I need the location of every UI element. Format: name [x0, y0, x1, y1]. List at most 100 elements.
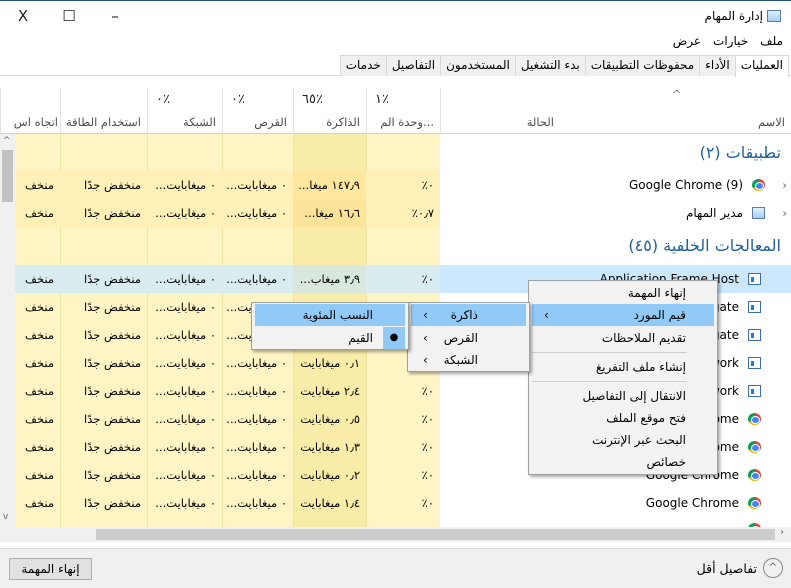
- app-window-icon: [748, 385, 761, 397]
- process-row-partial[interactable]: [15, 517, 791, 527]
- cell-memory: ١٫٤ ميغابايت: [300, 496, 360, 510]
- chevron-up-icon: ^: [763, 558, 783, 578]
- chevron-right-icon: ›: [423, 331, 428, 345]
- tab-1[interactable]: الأداء: [699, 55, 736, 76]
- scroll-thumb[interactable]: [2, 150, 13, 202]
- submenu-item-values[interactable]: ● القيم: [255, 327, 405, 349]
- column-disk[interactable]: ٠٪ القرص: [222, 88, 293, 134]
- column-power[interactable]: استخدام الطاقة: [60, 88, 147, 134]
- cell-network: ٠ ميغابايت...: [155, 356, 216, 370]
- process-row[interactable]: › Google Chrome (9) ٠٪ ١٤٧٫٩ ميغا... ٠ ميغاب…: [15, 171, 791, 199]
- cell-power: منخفض جدًا: [60, 199, 147, 227]
- cell-memory: ٠٫٢ ميغابايت: [300, 468, 360, 482]
- chevron-expand-icon[interactable]: ›: [782, 171, 787, 199]
- column-cpu[interactable]: ١٪ وحدة الم...: [366, 88, 440, 134]
- process-name: Google Chrome: [645, 496, 739, 510]
- tab-0[interactable]: العمليات: [734, 55, 789, 77]
- column-cpu-label: وحدة الم...: [380, 115, 434, 129]
- scroll-right-icon[interactable]: ›: [780, 527, 784, 538]
- menu-item-properties[interactable]: خصائص: [532, 451, 714, 473]
- cell-disk: ٠ ميغابايت...: [222, 265, 293, 293]
- chrome-icon: [748, 441, 761, 453]
- cell-trend: منخف: [15, 199, 60, 227]
- scroll-up-icon[interactable]: ^: [3, 136, 11, 146]
- column-memory[interactable]: ٦٥٪ الذاكرة: [293, 88, 366, 134]
- submenu-item-memory[interactable]: ذاكرة ›: [411, 304, 526, 326]
- context-menu: إنهاء المهمة قيم المورد › تقديم الملاحظات…: [528, 280, 718, 475]
- submenu-item-disk[interactable]: القرص ›: [411, 327, 526, 349]
- cell-cpu: ٠٫٧٪: [366, 199, 440, 227]
- end-task-button[interactable]: إنهاء المهمة: [9, 558, 92, 580]
- menu-item-create-dump[interactable]: إنشاء ملف التفريغ: [532, 356, 714, 378]
- minimize-button[interactable]: –: [100, 7, 130, 27]
- column-disk-label: القرص: [254, 115, 287, 129]
- menu-item-label: الشبكة: [443, 353, 478, 367]
- cell-disk: ٠ ميغابايت...: [222, 171, 293, 199]
- menu-item-feedback[interactable]: تقديم الملاحظات: [532, 327, 714, 349]
- menu-item-go-to-details[interactable]: الانتقال إلى التفاصيل: [532, 385, 714, 407]
- tab-2[interactable]: محفوظات التطبيقات: [584, 55, 701, 76]
- cell-power: منخفض جدًا: [84, 300, 141, 314]
- close-button[interactable]: X: [8, 7, 38, 27]
- menu-item-end-task[interactable]: إنهاء المهمة: [532, 282, 714, 304]
- cell-disk: ٠ ميغابايت...: [226, 356, 287, 370]
- column-status[interactable]: الحالة: [440, 88, 560, 134]
- process-row[interactable]: Google Chrome ٠٪ ١٫٤ ميغابايت ٠ ميغابايت...…: [15, 489, 791, 517]
- chevron-right-icon: ›: [423, 308, 428, 322]
- cell-cpu: ٠٪: [366, 171, 440, 199]
- horizontal-scrollbar[interactable]: ›: [0, 527, 791, 542]
- cell-disk: ٠ ميغابايت...: [226, 468, 287, 482]
- network-total: ٠٪: [156, 92, 170, 107]
- tab-4[interactable]: المستخدمون: [440, 55, 516, 76]
- cell-trend: منخف: [15, 265, 60, 293]
- cell-disk: ٠ ميغابايت...: [226, 440, 287, 454]
- menu-separator: [532, 352, 687, 353]
- menu-item-resource-values[interactable]: قيم المورد ›: [532, 304, 714, 326]
- submenu-item-percentages[interactable]: النسب المئوية: [255, 304, 405, 326]
- cell-memory: ٠٫١ ميغابايت: [300, 356, 360, 370]
- process-row[interactable]: › مدير المهام ٠٫٧٪ ١٦٫٦ ميغا... ٠ ميغابايت..…: [15, 199, 791, 227]
- cell-cpu: ٠٪: [421, 468, 434, 482]
- vertical-scrollbar[interactable]: ^ v: [0, 134, 15, 527]
- app-window-icon: [748, 357, 761, 369]
- cell-network: ٠ ميغابايت...: [147, 199, 222, 227]
- cell-power: منخفض جدًا: [84, 412, 141, 426]
- chevron-expand-icon[interactable]: ›: [782, 199, 787, 227]
- cell-trend: منخف: [25, 384, 54, 398]
- fewer-details-label: تفاصيل أقل: [696, 560, 757, 576]
- cell-trend: منخف: [25, 496, 54, 510]
- menu-item-label: ذاكرة: [450, 308, 478, 322]
- chevron-right-icon: ›: [423, 353, 428, 367]
- cell-memory: ٠٫٥ ميغابايت: [300, 412, 360, 426]
- chevron-right-icon: ›: [544, 308, 549, 322]
- menu-separator: [532, 381, 687, 382]
- menu-view[interactable]: عرض: [673, 34, 701, 48]
- column-name[interactable]: ^ الاسم: [560, 88, 791, 134]
- cell-power: منخفض جدًا: [84, 356, 141, 370]
- sort-ascending-icon: ^: [672, 88, 682, 101]
- memory-submenu: النسب المئوية ● القيم: [251, 302, 409, 350]
- chrome-icon: [752, 179, 765, 191]
- radio-bullet-icon: ●: [383, 327, 405, 349]
- menu-item-search-online[interactable]: البحث عبر الإنترنت: [532, 429, 714, 451]
- hscroll-thumb[interactable]: [96, 529, 775, 540]
- maximize-button[interactable]: ☐: [54, 7, 84, 27]
- column-power-trend[interactable]: اتجاه اس: [0, 88, 60, 134]
- cell-memory: ٣٫٩ ميغاب...: [293, 265, 366, 293]
- memory-total: ٦٥٪: [302, 92, 323, 107]
- menu-file[interactable]: ملف: [760, 34, 783, 48]
- column-network[interactable]: ٠٪ الشبكة: [147, 88, 222, 134]
- column-status-label: الحالة: [526, 115, 554, 129]
- tab-5[interactable]: التفاصيل: [385, 55, 442, 76]
- menu-item-label: القيم: [348, 331, 373, 345]
- cell-memory: ١٫٣ ميغابايت: [300, 440, 360, 454]
- fewer-details-button[interactable]: ^ تفاصيل أقل: [697, 558, 783, 578]
- menu-options[interactable]: خيارات: [713, 34, 748, 48]
- tab-6[interactable]: خدمات: [339, 55, 387, 76]
- submenu-item-network[interactable]: الشبكة ›: [411, 349, 526, 371]
- cell-cpu: ٠٪: [366, 265, 440, 293]
- cell-power: منخفض جدًا: [84, 496, 141, 510]
- menu-item-open-file-location[interactable]: فتح موقع الملف: [532, 407, 714, 429]
- scroll-down-icon[interactable]: v: [3, 512, 8, 522]
- tab-3[interactable]: بدء التشغيل: [514, 55, 586, 76]
